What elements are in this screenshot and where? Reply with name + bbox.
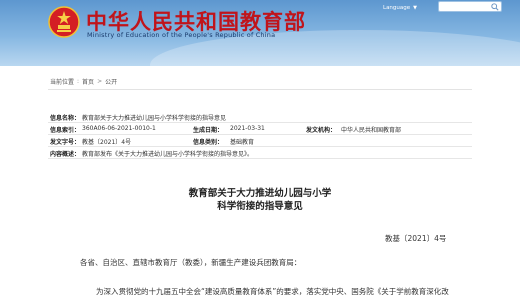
info-name-label: 信息名称： bbox=[50, 115, 81, 122]
info-row: 信息索引： 360A06-06-2021-0010-1 生成日期： 2021-0… bbox=[48, 122, 472, 134]
site-header: 中华人民共和国教育部 Ministry of Education of the … bbox=[0, 0, 520, 66]
site-subtitle: Ministry of Education of the People's Re… bbox=[87, 31, 276, 39]
search-icon[interactable] bbox=[491, 3, 499, 11]
breadcrumb-separator: : bbox=[77, 78, 80, 85]
document-salutation: 各省、自治区、直辖市教育厅（教委），新疆生产建设兵团教育局： bbox=[80, 258, 302, 267]
category-label: 信息类别： bbox=[193, 139, 224, 146]
info-code-label: 信息索引： bbox=[50, 127, 81, 134]
breadcrumb-home-link[interactable]: 首页 bbox=[82, 77, 94, 86]
language-label: Language bbox=[383, 4, 411, 11]
breadcrumb-public-link[interactable]: 公开 bbox=[105, 77, 117, 86]
document-title-line2: 科学衔接的指导意见 bbox=[217, 201, 303, 212]
info-code-value: 360A06-06-2021-0010-1 bbox=[82, 125, 156, 132]
breadcrumb-current-label: 当前位置 bbox=[50, 79, 75, 86]
document-title-line1: 教育部关于大力推进幼儿园与小学 bbox=[188, 188, 332, 199]
document-number: 教基〔2021〕4号 bbox=[385, 234, 447, 243]
chevron-down-icon: ▼ bbox=[413, 4, 418, 11]
language-selector[interactable]: Language ▼ bbox=[383, 2, 417, 13]
summary-label: 内容概述： bbox=[50, 151, 81, 158]
summary-value: 教育部发布《关于大力推进幼儿园与小学科学衔接的指导意见》。 bbox=[82, 151, 254, 158]
info-name-value: 教育部关于大力推进幼儿园与小学科学衔接的指导意见 bbox=[82, 115, 227, 122]
category-value: 基础教育 bbox=[230, 139, 255, 146]
search-input[interactable] bbox=[438, 1, 502, 12]
publisher-label: 发文机构： bbox=[306, 127, 337, 134]
divider bbox=[48, 89, 472, 90]
breadcrumb-separator: > bbox=[97, 78, 103, 85]
publisher-value: 中华人民共和国教育部 bbox=[341, 127, 402, 134]
divider bbox=[48, 158, 472, 159]
doc-number-value: 教基〔2021〕4号 bbox=[82, 139, 132, 146]
info-row: 发文字号： 教基〔2021〕4号 信息类别： 基础教育 bbox=[48, 134, 472, 146]
date-label: 生成日期： bbox=[193, 127, 224, 134]
info-row: 信息名称： 教育部关于大力推进幼儿园与小学科学衔接的指导意见 bbox=[48, 110, 472, 122]
info-row: 内容概述： 教育部发布《关于大力推进幼儿园与小学科学衔接的指导意见》。 bbox=[48, 146, 472, 158]
breadcrumb: 当前位置 : 首页 > 公开 bbox=[50, 77, 117, 86]
national-emblem-icon bbox=[48, 6, 80, 38]
document-body-paragraph: 为深入贯彻党的十九届五中全会“建设高质量教育体系”的要求，落实党中央、国务院《关… bbox=[96, 287, 449, 296]
date-value: 2021-03-31 bbox=[230, 125, 265, 132]
doc-number-label: 发文字号： bbox=[50, 139, 81, 146]
